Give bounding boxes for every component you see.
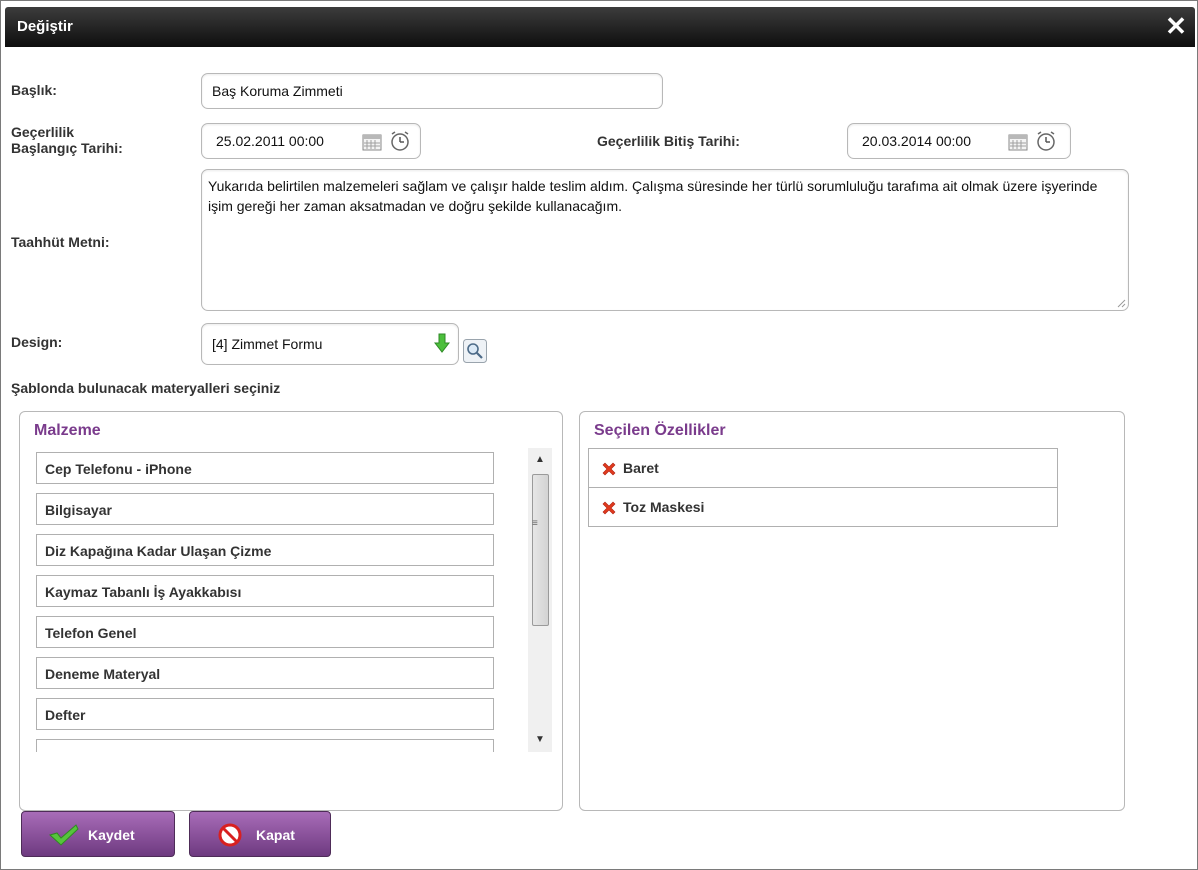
- close-icon[interactable]: ✕: [1163, 13, 1189, 39]
- cancel-icon: [218, 823, 242, 847]
- close-button-label: Kapat: [256, 827, 295, 843]
- gecerlilik-baslangic-label-line1: Geçerlilik: [11, 124, 75, 140]
- dropdown-arrow-icon[interactable]: [434, 333, 450, 353]
- selected-item-label: Baret: [623, 460, 659, 476]
- resize-grip-icon[interactable]: [1116, 298, 1126, 308]
- gecerlilik-baslangic-field[interactable]: [201, 123, 421, 159]
- secilen-ozellikler-panel: Seçilen Özellikler Baret Toz Maskesi: [579, 411, 1125, 811]
- calendar-icon[interactable]: [1008, 133, 1028, 151]
- save-button[interactable]: Kaydet: [21, 811, 175, 857]
- gecerlilik-bitis-label: Geçerlilik Bitiş Tarihi:: [597, 133, 740, 149]
- list-item[interactable]: Deneme Materyal: [36, 657, 494, 689]
- close-button[interactable]: Kapat: [189, 811, 331, 857]
- malzeme-panel: Malzeme Cep Telefonu - iPhone Bilgisayar…: [19, 411, 563, 811]
- gecerlilik-bitis-field[interactable]: [847, 123, 1071, 159]
- design-selected-value: [4] Zimmet Formu: [212, 336, 323, 352]
- list-item[interactable]: Defter: [36, 698, 494, 730]
- baslik-label: Başlık:: [11, 82, 57, 98]
- scrollbar-thumb[interactable]: [532, 474, 549, 626]
- dialog-titlebar[interactable]: Değiştir ✕: [5, 7, 1195, 47]
- selected-item-label: Toz Maskesi: [623, 499, 705, 515]
- gecerlilik-bitis-input[interactable]: [862, 131, 1002, 151]
- list-item[interactable]: Cep Telefonu - iPhone: [36, 452, 494, 484]
- scroll-up-arrow-icon[interactable]: ▲: [528, 450, 552, 470]
- clock-icon[interactable]: [389, 130, 411, 152]
- taahhut-textarea[interactable]: Yukarıda belirtilen malzemeleri sağlam v…: [208, 176, 1118, 301]
- save-button-label: Kaydet: [88, 827, 135, 843]
- edit-dialog: Değiştir ✕ Başlık: Geçerlilik Başlangıç …: [0, 0, 1198, 870]
- gecerlilik-baslangic-label-line2: Başlangıç Tarihi:: [11, 140, 123, 156]
- taahhut-field[interactable]: Yukarıda belirtilen malzemeleri sağlam v…: [201, 169, 1129, 311]
- clock-icon[interactable]: [1035, 130, 1057, 152]
- remove-icon[interactable]: [601, 500, 617, 516]
- search-icon[interactable]: [463, 339, 487, 363]
- remove-icon[interactable]: [601, 461, 617, 477]
- taahhut-label: Taahhüt Metni:: [11, 234, 110, 250]
- list-item[interactable]: Bilgisayar: [36, 493, 494, 525]
- baslik-field[interactable]: [201, 73, 663, 109]
- dialog-title: Değiştir: [17, 18, 73, 35]
- list-item[interactable]: Diz Kapağına Kadar Ulaşan Çizme: [36, 534, 494, 566]
- list-item-partial[interactable]: [36, 739, 494, 752]
- malzeme-list: Cep Telefonu - iPhone Bilgisayar Diz Kap…: [20, 452, 520, 752]
- design-select[interactable]: [4] Zimmet Formu: [201, 323, 459, 365]
- selected-item: Toz Maskesi: [588, 487, 1058, 527]
- list-item[interactable]: Telefon Genel: [36, 616, 494, 648]
- vertical-scrollbar[interactable]: ▲ ≡ ▼: [528, 448, 552, 752]
- design-label: Design:: [11, 334, 63, 350]
- section-title: Şablonda bulunacak materyalleri seçiniz: [11, 380, 281, 396]
- scroll-down-arrow-icon[interactable]: ▼: [528, 730, 552, 750]
- scrollbar-grip-icon: ≡: [532, 518, 538, 529]
- selected-item: Baret: [588, 448, 1058, 488]
- calendar-icon[interactable]: [362, 133, 382, 151]
- gecerlilik-baslangic-input[interactable]: [216, 131, 356, 151]
- malzeme-panel-title: Malzeme: [34, 422, 101, 439]
- checkmark-icon: [48, 824, 79, 846]
- list-item[interactable]: Kaymaz Tabanlı İş Ayakkabısı: [36, 575, 494, 607]
- secilen-ozellikler-panel-title: Seçilen Özellikler: [594, 422, 726, 439]
- baslik-input[interactable]: [212, 81, 652, 101]
